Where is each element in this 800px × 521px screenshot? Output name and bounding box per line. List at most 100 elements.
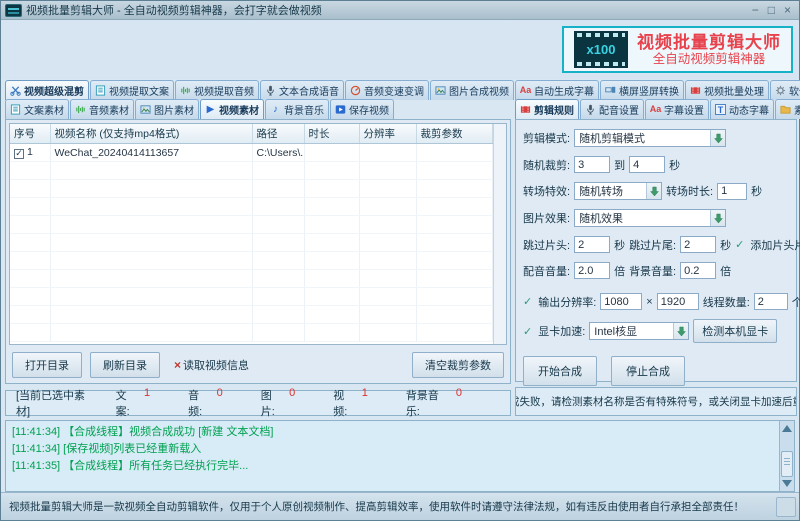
tab-settings[interactable]: 软件参数设置	[770, 80, 800, 100]
tab-audio-speed-pitch[interactable]: 音频变速变调	[345, 80, 429, 100]
tab-batch-process[interactable]: 视频批量处理	[685, 80, 769, 100]
chevron-down-icon	[673, 323, 688, 339]
tab-text-to-speech[interactable]: 文本合成语音	[260, 80, 344, 100]
selected-materials-bar: [当前已选中素材] 文案: 1 音频: 0 图片: 0 视频: 1 背景音乐: …	[5, 390, 511, 416]
row-resolution	[359, 144, 416, 162]
crop-from-input[interactable]	[574, 156, 610, 173]
tab-dynamic-subtitle[interactable]: T 动态字幕	[710, 99, 774, 119]
row-checkbox[interactable]: ✓	[14, 149, 24, 159]
tab-material-directory[interactable]: 素材目录	[775, 99, 800, 119]
tab-extract-text[interactable]: 视频提取文案	[90, 80, 174, 100]
col-crop[interactable]: 裁剪参数	[416, 124, 493, 144]
resize-grip[interactable]	[776, 497, 796, 517]
table-scrollbar[interactable]	[493, 124, 506, 344]
empty-row	[10, 180, 493, 198]
resolution-height-input[interactable]	[657, 293, 699, 310]
open-directory-button[interactable]: 打开目录	[12, 352, 82, 378]
header-band: x100 视频批量剪辑大师 全自动视频剪辑神器	[1, 20, 799, 79]
tab-audio-material[interactable]: 音频素材	[70, 99, 134, 119]
detect-gpu-button[interactable]: 检测本机显卡	[693, 319, 777, 343]
tab-extract-audio[interactable]: 视频提取音频	[175, 80, 259, 100]
refresh-directory-button[interactable]: 刷新目录	[90, 352, 160, 378]
tab-video-super-mix[interactable]: 视频超级混剪	[5, 80, 89, 100]
screen-rotate-icon	[605, 85, 616, 96]
close-button[interactable]: ×	[784, 4, 791, 16]
tab-text-material[interactable]: 文案素材	[5, 99, 69, 119]
window-title: 视频批量剪辑大师 - 全自动视频剪辑神器，会打字就会做视频	[26, 2, 752, 18]
tab-label: 自动生成字幕	[534, 83, 594, 98]
clip-mode-select[interactable]: 随机剪辑模式	[574, 129, 726, 147]
tab-clip-rules[interactable]: 剪辑规则	[515, 99, 579, 119]
tab-label: 保存视频	[349, 102, 389, 117]
threads-input[interactable]	[754, 293, 788, 310]
tab-subtitle-settings[interactable]: Aa 字幕设置	[645, 99, 709, 119]
transition-time-input[interactable]	[717, 183, 747, 200]
image-fx-select[interactable]: 随机效果	[574, 209, 726, 227]
image-fx-label: 图片效果:	[523, 210, 570, 226]
scroll-down-icon[interactable]	[782, 480, 792, 487]
table-row[interactable]: ✓1 WeChat_20240414113657 C:\Users\...	[10, 144, 493, 162]
rules-panel: 剪辑规则 配音设置 Aa 字幕设置 T 动态字幕 素材目录 剪辑模式: 随机剪辑…	[515, 100, 797, 416]
film-strip-icon	[520, 104, 531, 115]
skip-tail-input[interactable]	[680, 236, 716, 253]
minimize-button[interactable]: −	[752, 4, 759, 16]
output-resolution-checkbox[interactable]: 输出分辨率:	[538, 294, 596, 310]
tab-label: 视频批量处理	[704, 83, 764, 98]
tab-label: 字幕设置	[664, 102, 704, 117]
transition-label: 转场特效:	[523, 183, 570, 199]
log-console[interactable]: [11:41:34] 【合成线程】视频合成成功 [新建 文本文档] [11:41…	[5, 420, 795, 492]
scroll-thumb[interactable]	[781, 451, 793, 477]
clip-rules-form: 剪辑模式: 随机剪辑模式 随机裁剪: 到 秒 转场特效: 随机转场 转场时长: …	[515, 119, 797, 382]
tab-save-video[interactable]: 保存视频	[330, 99, 394, 119]
col-resolution[interactable]: 分辨率	[359, 124, 416, 144]
tab-video-material[interactable]: ▶ 视频素材	[200, 99, 264, 119]
add-intro-outro-checkbox[interactable]: 添加片头片尾	[750, 237, 800, 253]
app-icon	[5, 4, 22, 17]
log-line: [11:41:35] 【合成线程】所有任务已经执行完毕...	[12, 458, 774, 475]
row-path: C:\Users\...	[252, 144, 304, 162]
tab-screen-rotate[interactable]: 横屏竖屏转换	[600, 80, 684, 100]
col-path[interactable]: 路径	[252, 124, 304, 144]
gpu-accel-checkbox[interactable]: 显卡加速:	[538, 323, 585, 339]
bgm-volume-input[interactable]	[680, 262, 716, 279]
read-video-info-checkbox[interactable]: × 读取视频信息	[174, 357, 249, 373]
col-duration[interactable]: 时长	[304, 124, 359, 144]
tab-label: 图片素材	[154, 102, 194, 117]
threads-unit: 个	[792, 294, 800, 310]
row-index: 1	[27, 146, 33, 158]
tab-label: 图片合成视频	[449, 83, 509, 98]
skip-head-input[interactable]	[574, 236, 610, 253]
clear-crop-params-button[interactable]: 清空裁剪参数	[412, 352, 504, 378]
video-list-group: 序号 视频名称 (仅支持mp4格式) 路径 时长 分辨率 裁剪参数 ✓1 WeC…	[5, 119, 511, 384]
scroll-up-icon[interactable]	[782, 425, 792, 432]
row-crop	[416, 144, 493, 162]
count-bgm: 背景音乐: 0	[406, 387, 462, 419]
threads-label: 线程数量:	[703, 294, 750, 310]
seconds-unit: 秒	[720, 237, 731, 253]
tab-label: 剪辑规则	[534, 102, 574, 117]
empty-row	[10, 270, 493, 288]
maximize-button[interactable]: □	[768, 4, 775, 16]
col-name[interactable]: 视频名称 (仅支持mp4格式)	[50, 124, 252, 144]
count-video-value: 1	[362, 387, 368, 419]
tab-auto-subtitle[interactable]: Aa 自动生成字幕	[515, 80, 599, 100]
crop-to-input[interactable]	[629, 156, 665, 173]
count-image-value: 0	[289, 387, 295, 419]
tab-background-music[interactable]: ♪ 背景音乐	[265, 99, 329, 119]
log-scrollbar[interactable]	[779, 421, 794, 491]
tab-voice-settings[interactable]: 配音设置	[580, 99, 644, 119]
transition-select[interactable]: 随机转场	[574, 182, 662, 200]
row-duration	[304, 144, 359, 162]
tab-label: 视频提取文案	[109, 83, 169, 98]
microphone-icon	[585, 104, 596, 115]
stop-synthesis-button[interactable]: 停止合成	[611, 356, 685, 386]
col-index[interactable]: 序号	[10, 124, 50, 144]
titlebar: 视频批量剪辑大师 - 全自动视频剪辑神器，会打字就会做视频 − □ ×	[1, 1, 799, 20]
tab-image-to-video[interactable]: 图片合成视频	[430, 80, 514, 100]
voice-volume-input[interactable]	[574, 262, 610, 279]
gpu-select[interactable]: Intel核显	[589, 322, 689, 340]
tab-label: 音频变速变调	[364, 83, 424, 98]
resolution-width-input[interactable]	[600, 293, 642, 310]
tab-image-material[interactable]: 图片素材	[135, 99, 199, 119]
start-synthesis-button[interactable]: 开始合成	[523, 356, 597, 386]
